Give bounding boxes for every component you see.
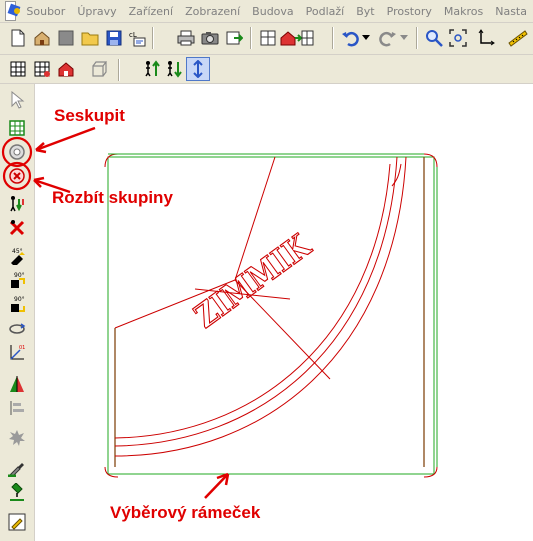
ungroup-icon[interactable] (7, 166, 27, 186)
grid-edit-icon[interactable] (32, 59, 52, 79)
menu-soubor[interactable]: Soubor (20, 5, 71, 18)
drawing-text: ZIMMIK (188, 227, 319, 336)
ruler-icon[interactable] (508, 28, 528, 48)
drawing-canvas[interactable]: ZIMMIK (35, 84, 533, 541)
menu-makros[interactable]: Makros (438, 5, 489, 18)
menu-upravy[interactable]: Úpravy (71, 5, 122, 18)
align-icon[interactable] (7, 398, 27, 418)
export-icon[interactable] (224, 28, 244, 48)
pointer-icon[interactable] (7, 90, 27, 110)
undo-dropdown-icon[interactable] (360, 28, 372, 48)
zoom-icon[interactable] (424, 28, 444, 48)
menu-podlazi[interactable]: Podlaží (300, 5, 351, 18)
open-folder-icon[interactable] (80, 28, 100, 48)
move-both-icon[interactable] (186, 57, 210, 81)
redo-icon[interactable] (378, 28, 398, 48)
svg-text:90°: 90° (14, 296, 25, 303)
building-icon[interactable] (258, 28, 278, 48)
house-open-icon[interactable] (32, 28, 52, 48)
copy-layer-icon[interactable]: cL (128, 28, 148, 48)
coordinates-icon[interactable]: 01 (7, 342, 27, 362)
rotate-90-right-icon[interactable]: 90° (7, 294, 27, 314)
annotation-selection-frame-label: Výběrový rámeček (110, 503, 261, 522)
cube-icon[interactable] (88, 59, 108, 79)
annotation-group-label: Seskupit (54, 106, 125, 125)
drawing-svg: ZIMMIK (104, 153, 438, 478)
menu-budova[interactable]: Budova (246, 5, 299, 18)
rotate-90-left-icon[interactable]: 90° (7, 270, 27, 290)
explode-icon[interactable] (7, 428, 27, 448)
move-down-icon[interactable] (164, 59, 184, 79)
menu-nastaveni[interactable]: Nasta (489, 5, 533, 18)
pipette-icon[interactable] (7, 458, 27, 478)
new-document-icon[interactable] (8, 28, 28, 48)
save-icon[interactable] (104, 28, 124, 48)
select-frame-icon[interactable] (7, 118, 27, 138)
menu-byt[interactable]: Byt (350, 5, 380, 18)
house-export-icon[interactable] (280, 28, 314, 48)
brush-icon[interactable] (7, 512, 27, 532)
mirror-icon[interactable] (7, 374, 27, 394)
fill-icon[interactable] (7, 482, 27, 502)
main-toolbar: cL (0, 23, 533, 55)
move-up-icon[interactable] (142, 59, 162, 79)
house-red-icon[interactable] (56, 59, 76, 79)
group-icon[interactable] (7, 142, 27, 162)
axes-icon[interactable] (476, 28, 496, 48)
menu-zobrazeni[interactable]: Zobrazení (179, 5, 246, 18)
save-gray-icon[interactable] (56, 28, 76, 48)
grid-select-icon[interactable] (8, 59, 28, 79)
annotation-ungroup-label: Rozbít skupiny (52, 188, 173, 207)
secondary-toolbar (0, 55, 533, 84)
undo-icon[interactable] (340, 28, 360, 48)
zoom-fit-icon[interactable] (448, 28, 468, 48)
redo-dropdown-icon[interactable] (398, 28, 410, 48)
menu-zarizeni[interactable]: Zařízení (123, 5, 179, 18)
app-logo-icon[interactable] (5, 1, 21, 21)
svg-text:01: 01 (19, 345, 25, 351)
rotate-free-icon[interactable] (7, 318, 27, 338)
left-toolbar: 45° 90° 90° 01 (0, 84, 35, 541)
people-move-icon[interactable] (7, 194, 27, 214)
delete-x-icon[interactable] (7, 218, 27, 238)
print-icon[interactable] (176, 28, 196, 48)
camera-icon[interactable] (200, 28, 220, 48)
menu-prostory[interactable]: Prostory (381, 5, 438, 18)
rotate-45-icon[interactable]: 45° (7, 246, 27, 266)
menu-bar: Soubor Úpravy Zařízení Zobrazení Budova … (0, 0, 533, 23)
svg-text:90°: 90° (14, 272, 25, 279)
